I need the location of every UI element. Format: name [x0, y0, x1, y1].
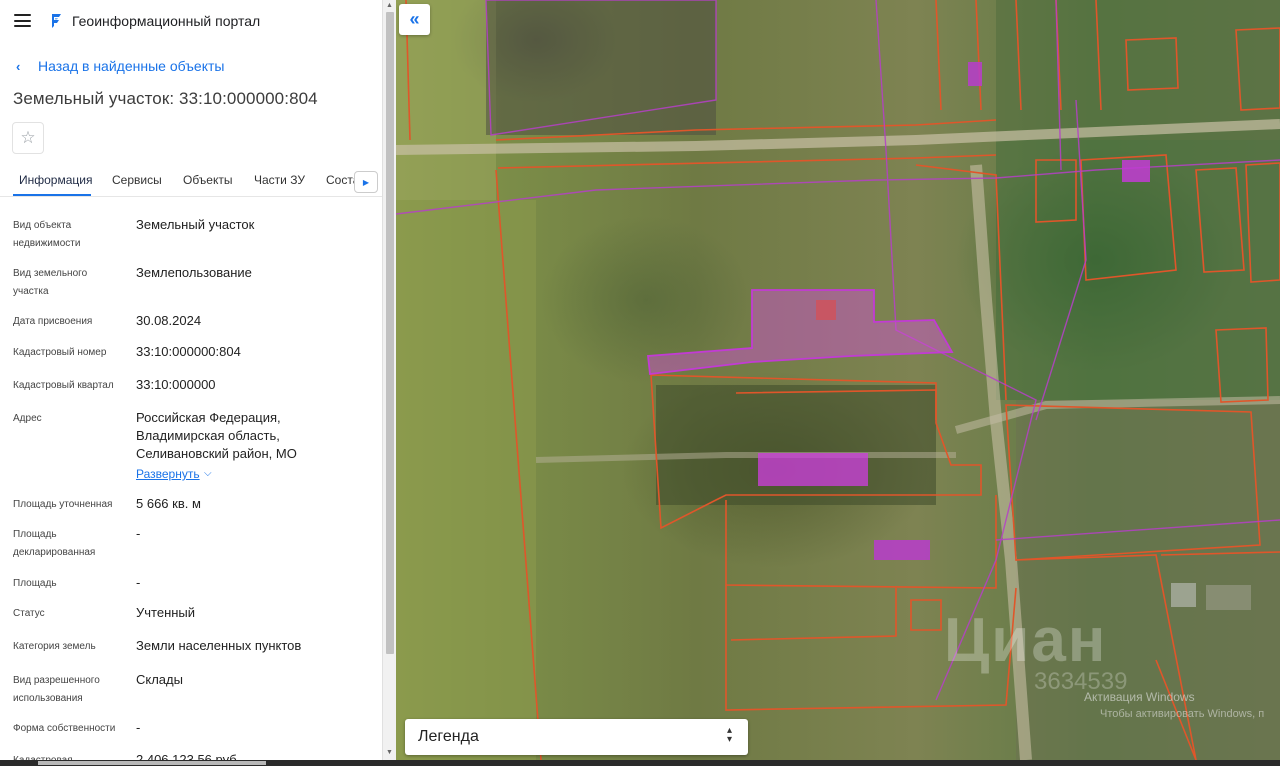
active-tab-indicator — [13, 194, 91, 196]
attr-label: Дата присвоения — [13, 316, 93, 327]
cadastral-map-layer — [396, 0, 1280, 760]
attr-label: Вид объекта недвижимости — [13, 220, 81, 249]
tab-services[interactable]: Сервисы — [112, 173, 162, 187]
attr-label: Адрес — [13, 413, 42, 424]
tab-information[interactable]: Информация — [19, 173, 92, 187]
tabs-scroll-right-button[interactable]: ▶ — [354, 171, 378, 193]
attr-label: Кадастровый номер — [13, 347, 107, 358]
attr-label: Площадь — [13, 578, 57, 589]
horizontal-scrollbar[interactable] — [0, 760, 1280, 766]
chevron-down-icon[interactable]: ⌵ — [204, 468, 212, 479]
updown-icon[interactable]: ▴ ▾ — [727, 726, 732, 745]
scrollbar-thumb[interactable] — [386, 12, 394, 654]
star-icon: ☆ — [20, 128, 36, 147]
attr-value: - — [136, 720, 141, 735]
app-root: Геоинформационный портал ‹ Назад в найде… — [0, 0, 1280, 766]
attr-value: - — [136, 526, 141, 541]
tab-objects[interactable]: Объекты — [183, 173, 233, 187]
horizontal-scrollbar-thumb[interactable] — [38, 761, 266, 765]
selected-parcel-shape — [647, 289, 954, 375]
page-title: Земельный участок: 33:10:000000:804 — [13, 89, 318, 108]
attr-value: Склады — [136, 672, 183, 687]
attr-value: 33:10:000000:804 — [136, 344, 241, 359]
address-value: Российская Федерация, Владимирская облас… — [136, 410, 297, 461]
attr-label: Площадь уточненная — [13, 499, 113, 510]
app-title: Геоинформационный портал — [72, 13, 261, 29]
windows-activation-title: Активация Windows — [1084, 690, 1195, 704]
chevron-left-icon: ‹ — [16, 58, 21, 74]
tab-bar: Информация Сервисы Объекты Части ЗУ Сост… — [0, 166, 382, 197]
legend-dropdown[interactable]: Легенда ▴ ▾ — [405, 719, 748, 755]
address-expand-link[interactable]: Развернуть — [136, 467, 200, 481]
top-bar: Геоинформационный портал — [0, 0, 382, 42]
attr-value: Землепользование — [136, 265, 252, 280]
attr-label: Площадь декларированная — [13, 529, 96, 558]
map-view[interactable]: « Циан 3634539 Активация Windows Чтобы а… — [396, 0, 1280, 760]
attr-value: Земли населенных пунктов — [136, 638, 302, 653]
attr-value: 5 666 кв. м — [136, 496, 201, 511]
chevron-right-icon: ▶ — [362, 177, 370, 187]
collapse-panel-button[interactable]: « — [399, 4, 430, 35]
windows-activation-text: Чтобы активировать Windows, п — [1100, 708, 1265, 720]
back-link-label: Назад в найденные объекты — [38, 58, 225, 74]
attr-value: 2 406 123,56 руб. — [136, 752, 241, 760]
attr-label: Форма собственности — [13, 723, 116, 734]
attr-value: Земельный участок — [136, 217, 255, 232]
double-chevron-left-icon: « — [409, 9, 420, 29]
portal-logo-icon — [52, 14, 61, 28]
attr-label: Категория земель — [13, 641, 96, 652]
attr-label: Кадастровая стоимость — [13, 752, 123, 760]
attr-value: 33:10:000000 — [136, 377, 216, 392]
menu-icon[interactable] — [14, 14, 31, 27]
scroll-up-arrow-icon[interactable]: ▲ — [386, 2, 393, 9]
scroll-down-arrow-icon[interactable]: ▼ — [386, 749, 393, 756]
attr-label: Кадастровый квартал — [13, 380, 114, 391]
attr-value: Учтенный — [136, 605, 196, 620]
attr-label: Статус — [13, 608, 45, 619]
tab-parts[interactable]: Части ЗУ — [254, 173, 305, 187]
back-to-results-link[interactable]: ‹ Назад в найденные объекты — [16, 57, 224, 75]
panel-scrollbar[interactable]: ▲ ▼ — [382, 0, 396, 760]
attr-value: - — [136, 575, 141, 590]
attr-label: Вид разрешенного использования — [13, 675, 100, 704]
attr-label: Вид земельного участка — [13, 268, 88, 297]
watermark-logo: Циан — [944, 606, 1108, 675]
legend-label: Легенда — [418, 728, 479, 745]
info-panel: Геоинформационный портал ‹ Назад в найде… — [0, 0, 382, 760]
favorite-button[interactable]: ☆ — [12, 122, 44, 154]
attr-value: 30.08.2024 — [136, 313, 202, 328]
